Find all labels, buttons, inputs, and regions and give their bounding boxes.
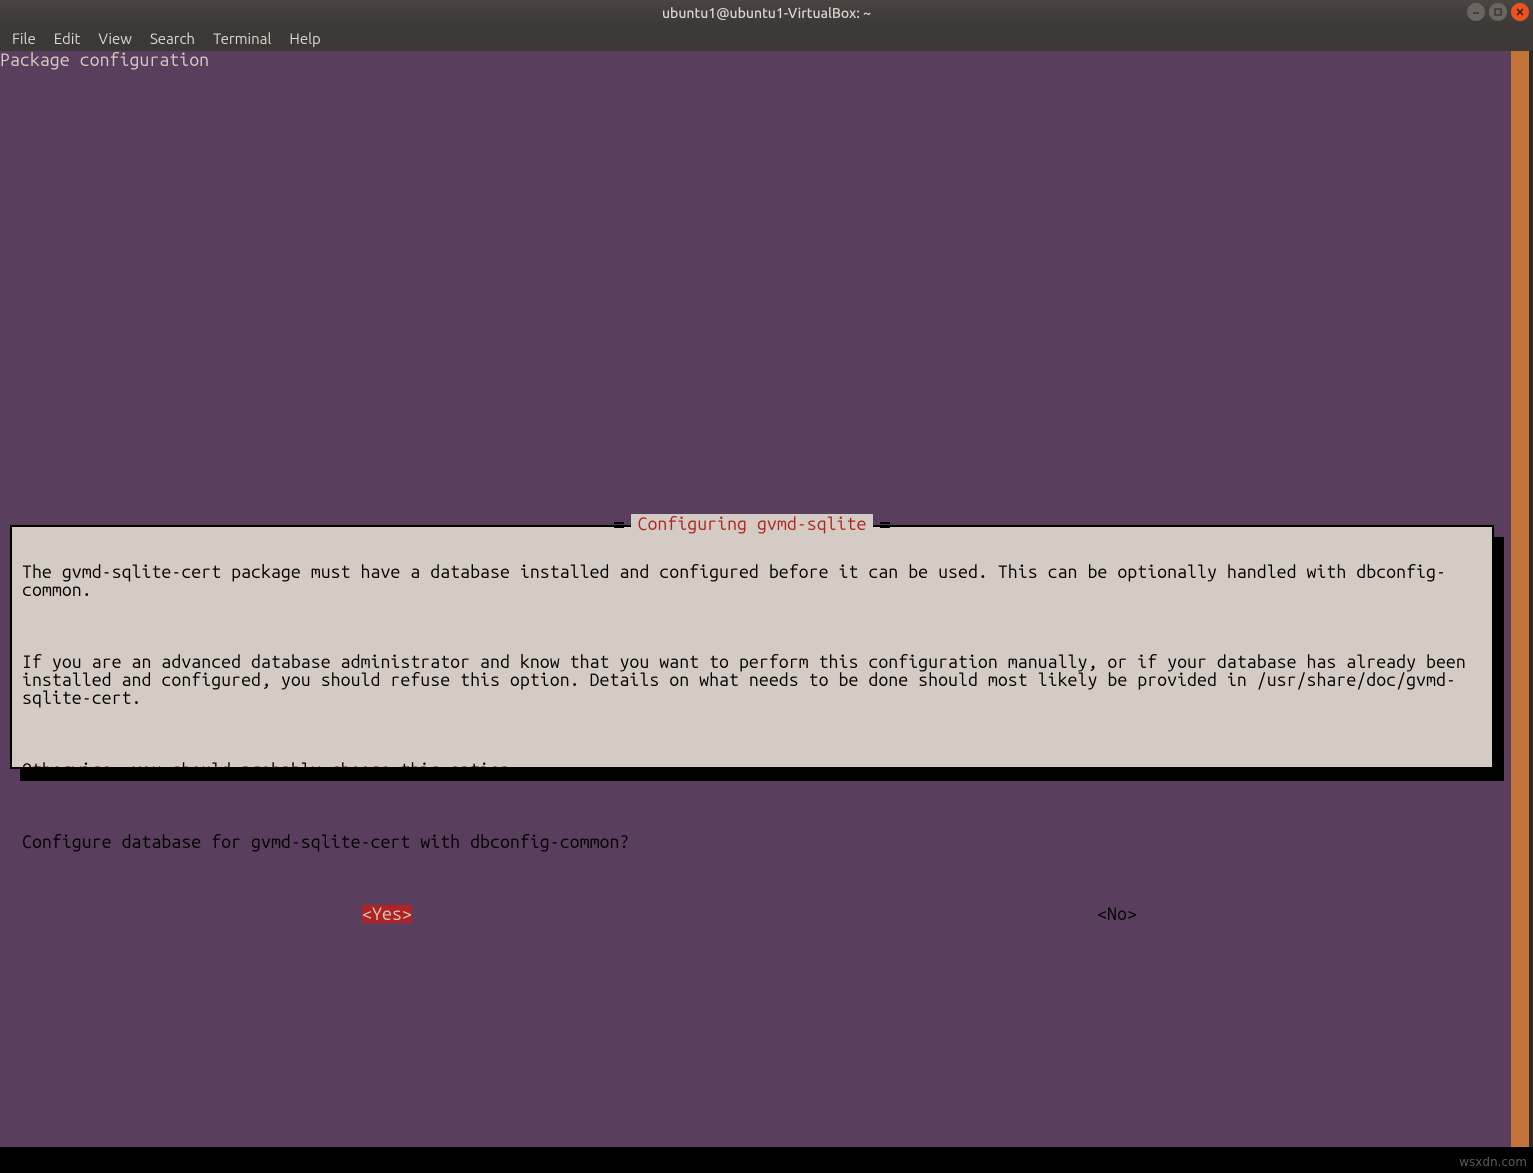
window-controls	[1467, 3, 1529, 21]
window-titlebar: ubuntu1@ubuntu1-VirtualBox: ~	[0, 0, 1533, 26]
close-icon	[1515, 7, 1525, 17]
dialog-text-p4: Configure database for gvmd-sqlite-cert …	[22, 833, 1482, 851]
watermark: wsxdn.com	[1459, 1155, 1527, 1169]
dialog-text-p3: Otherwise, you should probably choose th…	[22, 761, 1482, 779]
menu-file[interactable]: File	[4, 28, 44, 49]
maximize-icon	[1493, 7, 1503, 17]
menu-view[interactable]: View	[90, 28, 140, 49]
terminal-header-line: Package configuration	[0, 51, 209, 69]
menu-search[interactable]: Search	[142, 28, 203, 49]
dialog-body: The gvmd-sqlite-cert package must have a…	[22, 545, 1482, 887]
dialog-text-p2: If you are an advanced database administ…	[22, 653, 1482, 707]
menubar: File Edit View Search Terminal Help	[0, 26, 1533, 51]
terminal[interactable]: Package configuration Configuring gvmd-s…	[0, 51, 1511, 1147]
dialog-text-p1: The gvmd-sqlite-cert package must have a…	[22, 563, 1482, 599]
maximize-button[interactable]	[1489, 3, 1507, 21]
dialog-title-rule-right	[880, 522, 890, 528]
terminal-container: Package configuration Configuring gvmd-s…	[0, 51, 1533, 1173]
bottom-area: wsxdn.com	[0, 1147, 1533, 1173]
terminal-scrollbar[interactable]	[1511, 51, 1529, 1147]
menu-help[interactable]: Help	[281, 28, 328, 49]
minimize-icon	[1471, 7, 1481, 17]
dialog-buttons: <Yes> <No>	[22, 905, 1482, 923]
menu-edit[interactable]: Edit	[46, 28, 89, 49]
close-button[interactable]	[1511, 3, 1529, 21]
dialog-title-rule-left	[614, 522, 624, 528]
menu-terminal[interactable]: Terminal	[205, 28, 279, 49]
dialog-title-wrap: Configuring gvmd-sqlite	[12, 515, 1492, 533]
no-button[interactable]: <No>	[1097, 905, 1137, 923]
minimize-button[interactable]	[1467, 3, 1485, 21]
debconf-dialog: Configuring gvmd-sqlite The gvmd-sqlite-…	[10, 525, 1494, 769]
dialog-title: Configuring gvmd-sqlite	[631, 514, 872, 534]
window-title: ubuntu1@ubuntu1-VirtualBox: ~	[662, 5, 871, 21]
yes-button[interactable]: <Yes>	[362, 905, 412, 923]
